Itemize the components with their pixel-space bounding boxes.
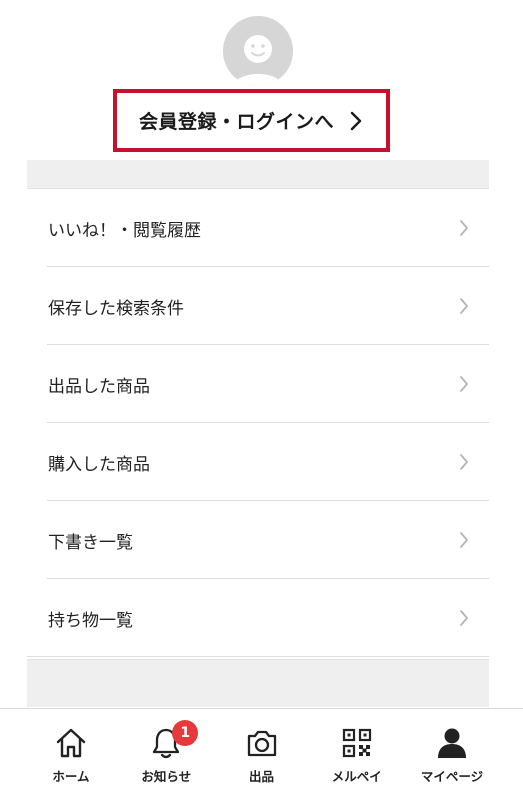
- tab-label: お知らせ: [141, 769, 192, 784]
- menu-item-label: 出品した商品: [48, 376, 150, 397]
- menu-item-drafts[interactable]: 下書き一覧: [27, 501, 489, 579]
- login-register-button[interactable]: 会員登録・ログインへ: [113, 89, 390, 152]
- avatar: [223, 16, 293, 86]
- menu-item-label: 保存した検索条件: [48, 298, 184, 319]
- login-register-label: 会員登録・ログインへ: [138, 111, 334, 133]
- chevron-right-icon: [460, 220, 468, 236]
- tab-label: ホーム: [52, 769, 90, 784]
- person-icon: [438, 728, 466, 758]
- tab-notifications[interactable]: 1 お知らせ: [120, 709, 212, 800]
- qr-code-icon: [342, 728, 371, 758]
- menu-item-likes-history[interactable]: いいね！・閲覧履歴: [27, 189, 489, 267]
- chevron-right-icon: [460, 298, 468, 314]
- camera-icon: [247, 730, 276, 757]
- tab-sell[interactable]: 出品: [216, 709, 308, 800]
- menu-item-saved-searches[interactable]: 保存した検索条件: [27, 267, 489, 345]
- menu-item-purchased-items[interactable]: 購入した商品: [27, 423, 489, 501]
- tab-label: メルペイ: [331, 769, 382, 784]
- mypage-menu-list: いいね！・閲覧履歴 保存した検索条件 出品した商品 購入した商品 下書き一覧 持…: [27, 189, 489, 657]
- tab-label: 出品: [248, 769, 274, 784]
- menu-item-listed-items[interactable]: 出品した商品: [27, 345, 489, 423]
- chevron-right-icon: [460, 610, 468, 626]
- menu-item-label: 下書き一覧: [48, 532, 133, 553]
- section-divider-bottom: [27, 659, 489, 707]
- chevron-right-icon: [460, 376, 468, 392]
- tab-label: マイページ: [420, 769, 484, 784]
- tab-merpay[interactable]: メルペイ: [311, 709, 403, 800]
- menu-item-label: 持ち物一覧: [48, 610, 133, 631]
- menu-item-belongings[interactable]: 持ち物一覧: [27, 579, 489, 657]
- chevron-right-icon: [350, 111, 362, 130]
- smiley-avatar-icon: [223, 16, 293, 86]
- home-icon: [56, 728, 86, 758]
- tab-home[interactable]: ホーム: [25, 709, 117, 800]
- profile-header: 会員登録・ログインへ: [0, 0, 523, 160]
- chevron-right-icon: [460, 532, 468, 548]
- menu-item-label: 購入した商品: [48, 454, 150, 475]
- menu-item-label: いいね！・閲覧履歴: [48, 220, 201, 241]
- chevron-right-icon: [460, 454, 468, 470]
- tab-mypage[interactable]: マイページ: [406, 709, 498, 800]
- section-divider-top: [27, 160, 489, 189]
- notification-badge: 1: [172, 720, 199, 746]
- bottom-tab-bar: ホーム 1 お知らせ 出品 メルペイ マイページ: [0, 708, 523, 800]
